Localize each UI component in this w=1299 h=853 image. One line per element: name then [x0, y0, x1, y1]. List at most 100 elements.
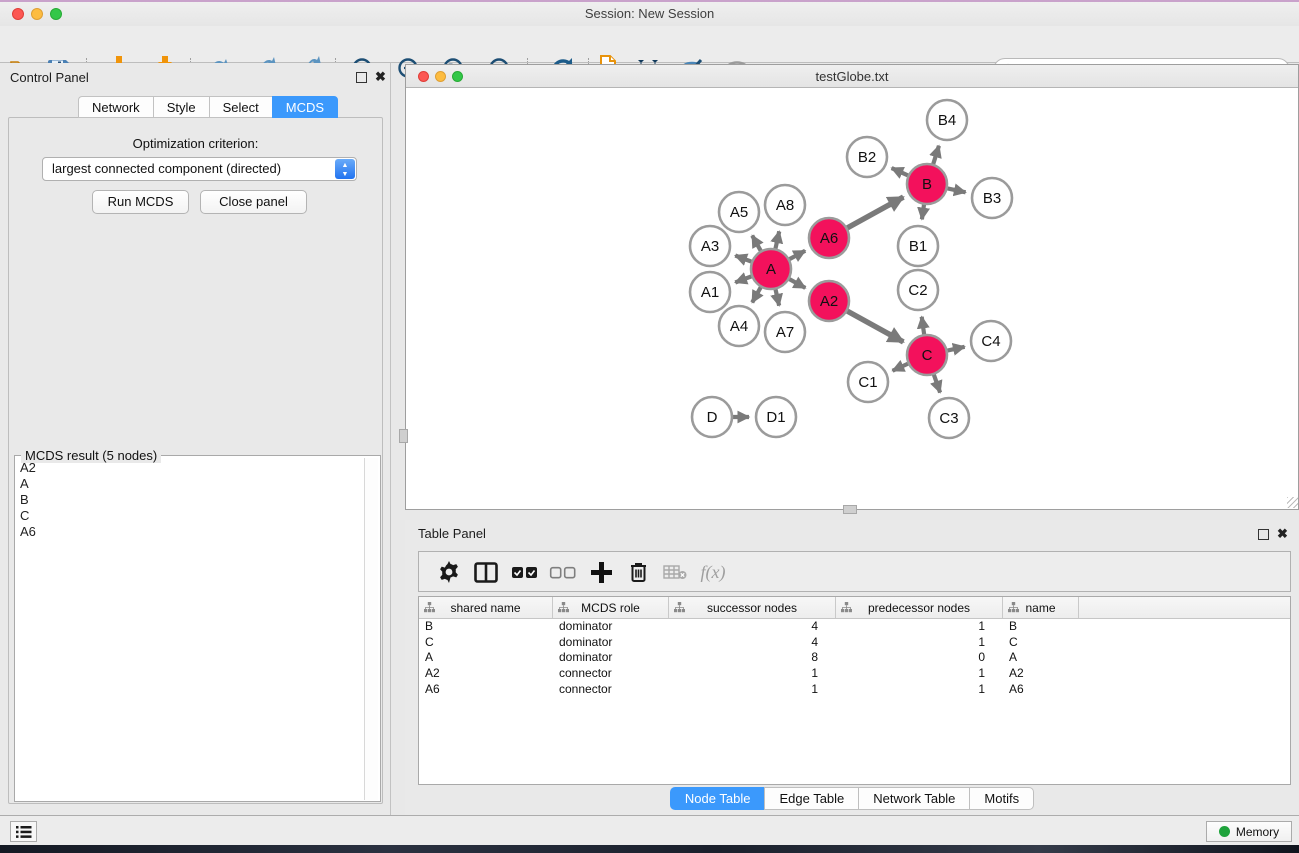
table-row[interactable]: A2connector11A2: [419, 666, 1290, 682]
column-label: successor nodes: [707, 601, 797, 615]
table-cell: 8: [669, 650, 836, 666]
graph-node-A4[interactable]: A4: [719, 306, 759, 346]
table-row[interactable]: Cdominator41C: [419, 635, 1290, 651]
mcds-result-item[interactable]: A6: [20, 524, 363, 540]
graph-node-A6[interactable]: A6: [809, 218, 849, 258]
table-tab-motifs[interactable]: Motifs: [969, 787, 1034, 810]
show-column-icon[interactable]: [471, 557, 501, 587]
graph-node-B4[interactable]: B4: [927, 100, 967, 140]
graph-node-label: C: [922, 347, 933, 364]
graph-node-B2[interactable]: B2: [847, 137, 887, 177]
close-panel-icon[interactable]: ✖: [375, 70, 386, 84]
graph-node-C1[interactable]: C1: [848, 362, 888, 402]
mcds-result-scrollbar[interactable]: [364, 458, 378, 800]
close-panel-button[interactable]: Close panel: [200, 190, 307, 214]
table-row[interactable]: Bdominator41B: [419, 619, 1290, 635]
table-tab-edge-table[interactable]: Edge Table: [764, 787, 858, 810]
deselect-all-rows-icon[interactable]: [547, 557, 577, 587]
float-panel-icon[interactable]: [356, 72, 367, 83]
graph-node-B1[interactable]: B1: [898, 226, 938, 266]
control-panel: Control Panel ✖ NetworkStyleSelectMCDS O…: [0, 63, 391, 815]
close-window-button[interactable]: [12, 8, 24, 20]
graph-node-A2[interactable]: A2: [809, 281, 849, 321]
run-mcds-button[interactable]: Run MCDS: [92, 190, 189, 214]
graph-node-C4[interactable]: C4: [971, 321, 1011, 361]
delete-table-icon[interactable]: [660, 557, 690, 587]
table-tab-node-table[interactable]: Node Table: [670, 787, 765, 810]
network-minimize-button[interactable]: [435, 71, 446, 82]
graph-node-C[interactable]: C: [907, 335, 947, 375]
mcds-result-item[interactable]: A2: [20, 460, 363, 476]
mcds-result-item[interactable]: C: [20, 508, 363, 524]
column-header-predecessor-nodes[interactable]: predecessor nodes: [836, 597, 1003, 618]
network-close-button[interactable]: [418, 71, 429, 82]
table-cell: B: [1003, 619, 1079, 635]
node-table[interactable]: shared name MCDS role successor nodes prede…: [418, 596, 1291, 785]
column-header-name[interactable]: name: [1003, 597, 1079, 618]
control-tab-style[interactable]: Style: [153, 96, 209, 118]
select-all-rows-icon[interactable]: [509, 557, 539, 587]
memory-button[interactable]: Memory: [1206, 821, 1292, 842]
table-cell: connector: [553, 666, 669, 682]
control-tab-network[interactable]: Network: [78, 96, 153, 118]
network-maximize-button[interactable]: [452, 71, 463, 82]
table-cell: C: [1003, 635, 1079, 651]
graph-node-A1[interactable]: A1: [690, 272, 730, 312]
graph-node-label: C3: [939, 410, 958, 427]
table-cell: A6: [419, 682, 553, 698]
graph-node-label: C4: [981, 333, 1000, 350]
graph-node-D1[interactable]: D1: [756, 397, 796, 437]
table-cell: 1: [669, 666, 836, 682]
graph-node-label: A1: [701, 284, 719, 301]
minimize-window-button[interactable]: [31, 8, 43, 20]
table-options-gear-icon[interactable]: [434, 557, 464, 587]
graph-node-D[interactable]: D: [692, 397, 732, 437]
column-header-MCDS-role[interactable]: MCDS role: [553, 597, 669, 618]
table-row[interactable]: Adominator80A: [419, 650, 1290, 666]
graph-node-A8[interactable]: A8: [765, 185, 805, 225]
graph-node-A3[interactable]: A3: [690, 226, 730, 266]
table-cell: A: [1003, 650, 1079, 666]
mcds-result-item[interactable]: A: [20, 476, 363, 492]
graph-node-label: B4: [938, 112, 956, 129]
graph-node-C2[interactable]: C2: [898, 270, 938, 310]
table-cell: 0: [836, 650, 1003, 666]
float-table-panel-icon[interactable]: [1258, 529, 1269, 540]
table-cell: A2: [419, 666, 553, 682]
maximize-window-button[interactable]: [50, 8, 62, 20]
mcds-result-list[interactable]: A2ABCA6: [15, 460, 363, 798]
column-label: shared name: [450, 601, 520, 615]
create-column-plus-icon[interactable]: [586, 557, 616, 587]
main-toolbar: [0, 26, 1299, 63]
table-cell: 1: [669, 682, 836, 698]
splitter-handle-bottom[interactable]: [843, 505, 857, 514]
graph-node-B[interactable]: B: [907, 164, 947, 204]
table-cell: 4: [669, 619, 836, 635]
traffic-lights: [12, 8, 62, 20]
graph-node-C3[interactable]: C3: [929, 398, 969, 438]
mcds-result-item[interactable]: B: [20, 492, 363, 508]
graph-node-A[interactable]: A: [751, 249, 791, 289]
graph-node-B3[interactable]: B3: [972, 178, 1012, 218]
network-window-titlebar[interactable]: testGlobe.txt: [406, 65, 1298, 88]
graph-node-A7[interactable]: A7: [765, 312, 805, 352]
column-header-shared-name[interactable]: shared name: [419, 597, 553, 618]
graph-node-label: A2: [820, 293, 838, 310]
table-cell: 1: [836, 619, 1003, 635]
close-table-panel-icon[interactable]: ✖: [1277, 527, 1288, 541]
control-tab-mcds[interactable]: MCDS: [272, 96, 338, 118]
column-label: name: [1025, 601, 1055, 615]
network-graph-canvas[interactable]: A A1 A2 A3 A4 A5 A6 A7 A8 B B1 B2 B3 B4 C C1 C2 C3 C4 D D1: [406, 88, 1298, 509]
delete-columns-trash-icon[interactable]: [623, 557, 653, 587]
graph-node-A5[interactable]: A5: [719, 192, 759, 232]
table-row[interactable]: A6connector11A6: [419, 682, 1290, 698]
table-tab-network-table[interactable]: Network Table: [858, 787, 969, 810]
splitter-handle-left[interactable]: [399, 429, 408, 443]
table-cell: dominator: [553, 619, 669, 635]
column-header-successor-nodes[interactable]: successor nodes: [669, 597, 836, 618]
criterion-dropdown[interactable]: largest connected component (directed) ▲…: [42, 157, 357, 181]
task-history-button[interactable]: [10, 821, 37, 842]
resize-grip-icon[interactable]: [1287, 497, 1298, 508]
function-builder-icon[interactable]: f(x): [698, 557, 728, 587]
control-tab-select[interactable]: Select: [209, 96, 272, 118]
